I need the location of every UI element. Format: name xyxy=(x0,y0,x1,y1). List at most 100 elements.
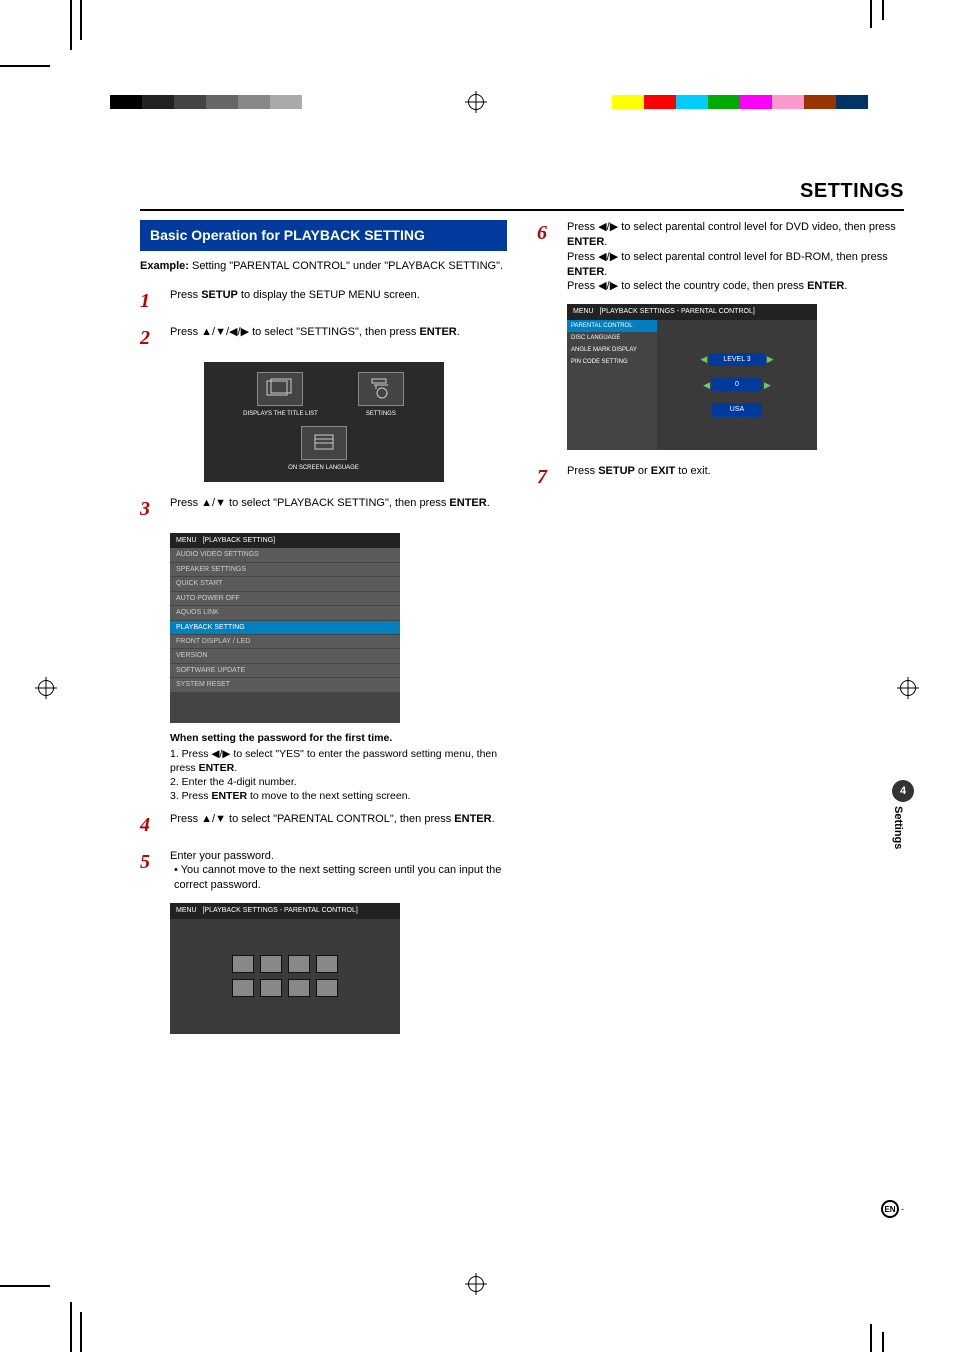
substep-2: 2. Enter the 4-digit number. xyxy=(170,775,507,789)
step-7-mid: or xyxy=(635,465,651,477)
settings-panel: MENU [PLAYBACK SETTING] AUDIO VIDEO SETT… xyxy=(170,533,400,723)
example-line: Example: Setting "PARENTAL CONTROL" unde… xyxy=(140,259,507,274)
right-arrow-icon: ▶ xyxy=(764,379,771,391)
step-2-post: . xyxy=(457,326,460,338)
settings-item: AUDIO VIDEO SETTINGS xyxy=(170,548,400,562)
settings-icon xyxy=(358,372,404,406)
pwd-header-path: [PLAYBACK SETTINGS - PARENTAL CONTROL] xyxy=(202,907,357,914)
step-2-pre: Press ▲/▼/◀/▶ to select "SETTINGS", then… xyxy=(170,326,419,338)
language-icon xyxy=(301,426,347,460)
tile-settings: SETTINGS xyxy=(358,372,404,418)
tile-osd-language: ON SCREEN LANGUAGE xyxy=(288,426,359,472)
example-prefix: Example: xyxy=(140,260,189,272)
title-list-icon xyxy=(257,372,303,406)
side-tab-number: 4 xyxy=(892,780,914,802)
right-column: 6 Press ◀/▶ to select parental control l… xyxy=(537,220,904,1034)
substep-title: When setting the password for the first … xyxy=(170,731,507,745)
step-6-l2c: . xyxy=(604,266,607,278)
pc-left-item: DISC LANGUAGE xyxy=(567,332,657,344)
settings-item: SOFTWARE UPDATE xyxy=(170,664,400,678)
pc-left-item: PIN CODE SETTING xyxy=(567,356,657,368)
step-6-l2b: ENTER xyxy=(567,266,604,278)
step-num-1: 1 xyxy=(140,288,158,315)
settings-item: AUTO POWER OFF xyxy=(170,592,400,606)
parental-panel: MENU [PLAYBACK SETTINGS - PARENTAL CONTR… xyxy=(567,304,817,449)
step-7-b2: EXIT xyxy=(651,465,675,477)
pc-left-item: PARENTAL CONTROL xyxy=(567,320,657,332)
substep-1c: . xyxy=(234,762,237,774)
settings-header-path: [PLAYBACK SETTING] xyxy=(202,537,275,544)
settings-item: SPEAKER SETTINGS xyxy=(170,563,400,577)
step-num-4: 4 xyxy=(140,812,158,839)
step-7-b1: SETUP xyxy=(598,465,635,477)
step-4-bold: ENTER xyxy=(454,813,491,825)
pc-val-country: USA xyxy=(712,403,762,416)
substep-3c: to move to the next setting screen. xyxy=(247,790,410,802)
page-rule xyxy=(140,209,904,211)
left-arrow-icon: ◀ xyxy=(700,353,707,365)
step-2-bold: ENTER xyxy=(419,326,456,338)
en-icon: EN xyxy=(881,1200,899,1218)
settings-item: QUICK START xyxy=(170,577,400,591)
step-6: 6 Press ◀/▶ to select parental control l… xyxy=(537,220,904,294)
footer-language-marker: EN - xyxy=(881,1200,904,1218)
left-arrow-icon: ◀ xyxy=(703,379,710,391)
substep-3a: 3. Press xyxy=(170,790,211,802)
pc-left-item: ANGLE MARK DISPLAY xyxy=(567,344,657,356)
settings-item: FRONT DISPLAY / LED xyxy=(170,635,400,649)
pc-header-menu: MENU xyxy=(573,308,594,315)
step-num-3: 3 xyxy=(140,496,158,523)
step-4-post: . xyxy=(492,813,495,825)
pc-left-list: PARENTAL CONTROLDISC LANGUAGEANGLE MARK … xyxy=(567,320,657,450)
step-num-7: 7 xyxy=(537,464,555,491)
settings-item: PLAYBACK SETTING xyxy=(170,621,400,635)
step-1-pre: Press xyxy=(170,289,201,301)
step-7-pre: Press xyxy=(567,465,598,477)
right-arrow-icon: ▶ xyxy=(767,353,774,365)
step-4: 4 Press ▲/▼ to select "PARENTAL CONTROL"… xyxy=(140,812,507,839)
step-1: 1 Press SETUP to display the SETUP MENU … xyxy=(140,288,507,315)
settings-item: SYSTEM RESET xyxy=(170,678,400,692)
step-2: 2 Press ▲/▼/◀/▶ to select "SETTINGS", th… xyxy=(140,325,507,352)
step-6-l1b: ENTER xyxy=(567,236,604,248)
tile-title-list-label: DISPLAYS THE TITLE LIST xyxy=(243,410,318,418)
step-6-l1c: . xyxy=(604,236,607,248)
settings-list: AUDIO VIDEO SETTINGSSPEAKER SETTINGSQUIC… xyxy=(170,548,400,692)
pc-field-country: USA xyxy=(712,403,762,416)
left-column: Basic Operation for PLAYBACK SETTING Exa… xyxy=(140,220,507,1034)
settings-item: VERSION xyxy=(170,649,400,663)
step-3-pre: Press ▲/▼ to select "PLAYBACK SETTING", … xyxy=(170,497,449,509)
settings-item: AQUOS LINK xyxy=(170,606,400,620)
tile-title-list: DISPLAYS THE TITLE LIST xyxy=(243,372,318,418)
step-1-post: to display the SETUP MENU screen. xyxy=(238,289,420,301)
section-heading: Basic Operation for PLAYBACK SETTING xyxy=(140,220,507,251)
page-title: SETTINGS xyxy=(140,180,904,203)
step-num-6: 6 xyxy=(537,220,555,294)
password-panel: MENU [PLAYBACK SETTINGS - PARENTAL CONTR… xyxy=(170,903,400,1033)
tile-menu: DISPLAYS THE TITLE LIST SETTINGS ON SCRE… xyxy=(204,362,444,482)
step-6-l1a: Press ◀/▶ to select parental control lev… xyxy=(567,221,896,233)
example-text: Setting "PARENTAL CONTROL" under "PLAYBA… xyxy=(189,260,503,272)
side-tab-label: Settings xyxy=(892,806,904,849)
pc-header-path: [PLAYBACK SETTINGS - PARENTAL CONTROL] xyxy=(599,308,754,315)
password-substeps: When setting the password for the first … xyxy=(170,731,507,804)
step-6-l2a: Press ◀/▶ to select parental control lev… xyxy=(567,251,888,263)
step-7: 7 Press SETUP or EXIT to exit. xyxy=(537,464,904,491)
tile-osd-language-label: ON SCREEN LANGUAGE xyxy=(288,464,359,472)
step-3: 3 Press ▲/▼ to select "PLAYBACK SETTING"… xyxy=(140,496,507,523)
step-5-bullet: You cannot move to the next setting scre… xyxy=(174,864,501,891)
step-num-5: 5 xyxy=(140,849,158,894)
substep-1b: ENTER xyxy=(199,762,235,774)
step-1-bold: SETUP xyxy=(201,289,238,301)
step-6-l3c: . xyxy=(844,280,847,292)
step-5: 5 Enter your password. • You cannot move… xyxy=(140,849,507,894)
settings-header-menu: MENU xyxy=(176,537,197,544)
pc-val-level: LEVEL 3 xyxy=(709,353,764,366)
step-num-2: 2 xyxy=(140,325,158,352)
step-3-post: . xyxy=(487,497,490,509)
substep-3b: ENTER xyxy=(211,790,247,802)
step-5-line: Enter your password. xyxy=(170,850,274,862)
step-7-post: to exit. xyxy=(675,465,710,477)
en-dash: - xyxy=(901,1204,904,1214)
step-4-pre: Press ▲/▼ to select "PARENTAL CONTROL", … xyxy=(170,813,454,825)
